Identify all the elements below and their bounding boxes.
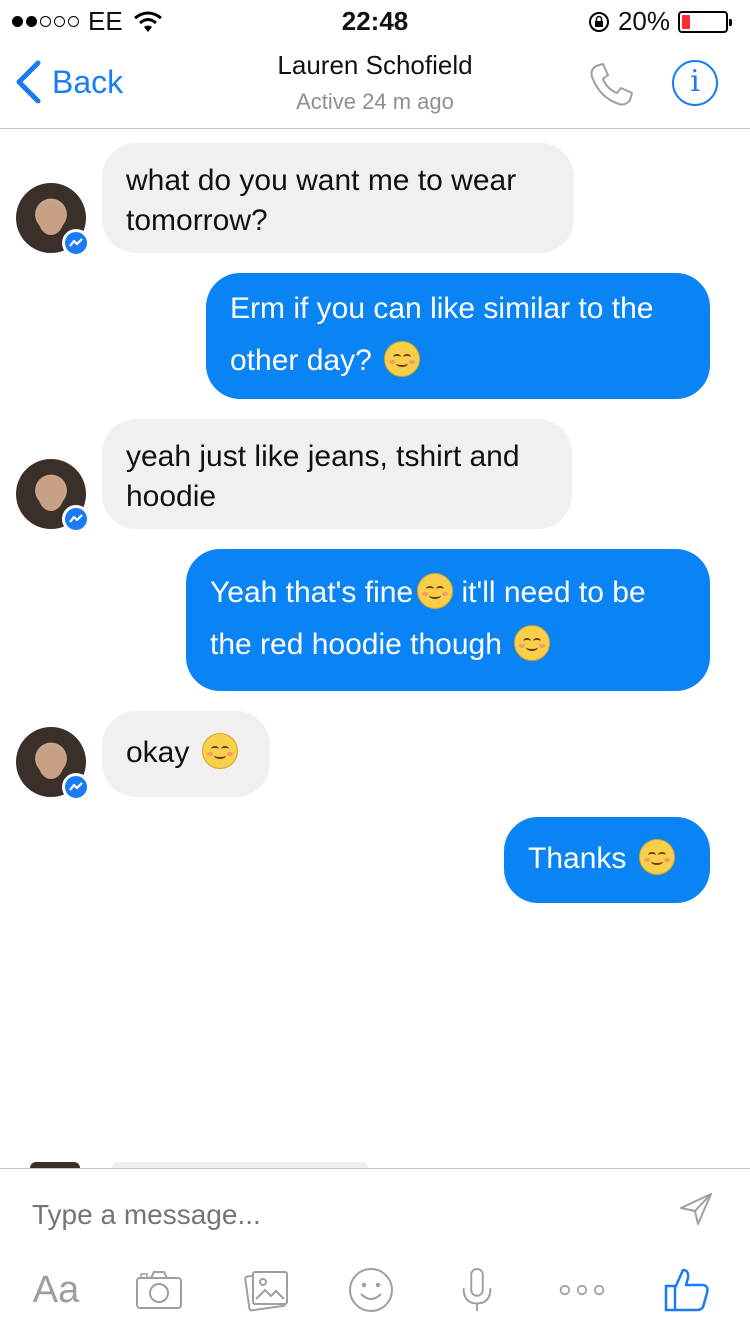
- message-text: Thanks: [528, 842, 627, 875]
- conversation-header: Back Lauren Schofield Active 24 m ago i: [0, 40, 750, 129]
- message-bubble-incoming[interactable]: what do you want me to wear tomorrow?: [102, 143, 574, 253]
- smiling-face-emoji-icon: [201, 733, 238, 770]
- messenger-badge-icon: [62, 773, 90, 801]
- more-button[interactable]: [554, 1265, 610, 1315]
- message-text: Erm if you can like similar to the other…: [230, 292, 654, 377]
- messenger-badge-icon: [62, 229, 90, 257]
- contact-avatar[interactable]: [16, 183, 90, 257]
- gallery-button[interactable]: [242, 1265, 292, 1315]
- message-composer: Aa: [0, 1168, 750, 1334]
- text-format-button[interactable]: Aa: [28, 1265, 84, 1315]
- contact-avatar[interactable]: [16, 727, 90, 801]
- more-icon: [559, 1284, 605, 1296]
- microphone-icon: [462, 1267, 492, 1312]
- message-bubble-outgoing[interactable]: Yeah that's fine it'll need to be the re…: [186, 549, 710, 691]
- battery-level: [682, 14, 691, 29]
- contact-active-status: Active 24 m ago: [296, 89, 454, 114]
- contact-name: Lauren Schofield: [277, 50, 473, 80]
- message-bubble-incoming[interactable]: okay: [102, 711, 270, 797]
- message-bubble-outgoing[interactable]: Thanks: [504, 817, 710, 903]
- relieved-face-emoji-icon: [638, 839, 675, 876]
- messenger-badge-icon: [62, 505, 90, 533]
- emoji-button[interactable]: [346, 1265, 396, 1315]
- message-text: okay: [126, 736, 190, 769]
- message-input[interactable]: [32, 1195, 632, 1235]
- like-button[interactable]: [662, 1265, 712, 1315]
- contact-title[interactable]: Lauren Schofield Active 24 m ago: [0, 50, 750, 115]
- relieved-face-emoji-icon: [384, 341, 421, 378]
- relieved-face-emoji-icon: [417, 573, 454, 610]
- phone-icon[interactable]: [586, 60, 636, 110]
- battery-area: 20%: [588, 6, 732, 37]
- info-icon[interactable]: i: [672, 60, 718, 106]
- status-bar: EE 22:48 20%: [0, 0, 750, 40]
- message-text: yeah just like jeans, tshirt and hoodie: [126, 440, 520, 513]
- battery-icon: [678, 10, 732, 33]
- message-text: what do you want me to wear tomorrow?: [126, 164, 517, 237]
- battery-percent: 20%: [617, 6, 670, 36]
- emoji-icon: [349, 1268, 393, 1312]
- message-text-part1: Yeah that's fine: [210, 576, 414, 609]
- camera-icon: [136, 1271, 182, 1309]
- relieved-face-emoji-icon: [514, 625, 551, 662]
- microphone-button[interactable]: [454, 1265, 500, 1315]
- camera-button[interactable]: [134, 1265, 184, 1315]
- message-bubble-incoming[interactable]: yeah just like jeans, tshirt and hoodie: [102, 419, 572, 529]
- contact-avatar[interactable]: [16, 459, 90, 533]
- composer-toolbar: Aa: [0, 1265, 750, 1321]
- rotation-lock-icon: [588, 11, 609, 32]
- like-icon: [664, 1268, 709, 1312]
- send-icon[interactable]: [678, 1191, 714, 1227]
- message-bubble-outgoing[interactable]: Erm if you can like similar to the other…: [206, 273, 710, 399]
- gallery-icon: [244, 1271, 288, 1312]
